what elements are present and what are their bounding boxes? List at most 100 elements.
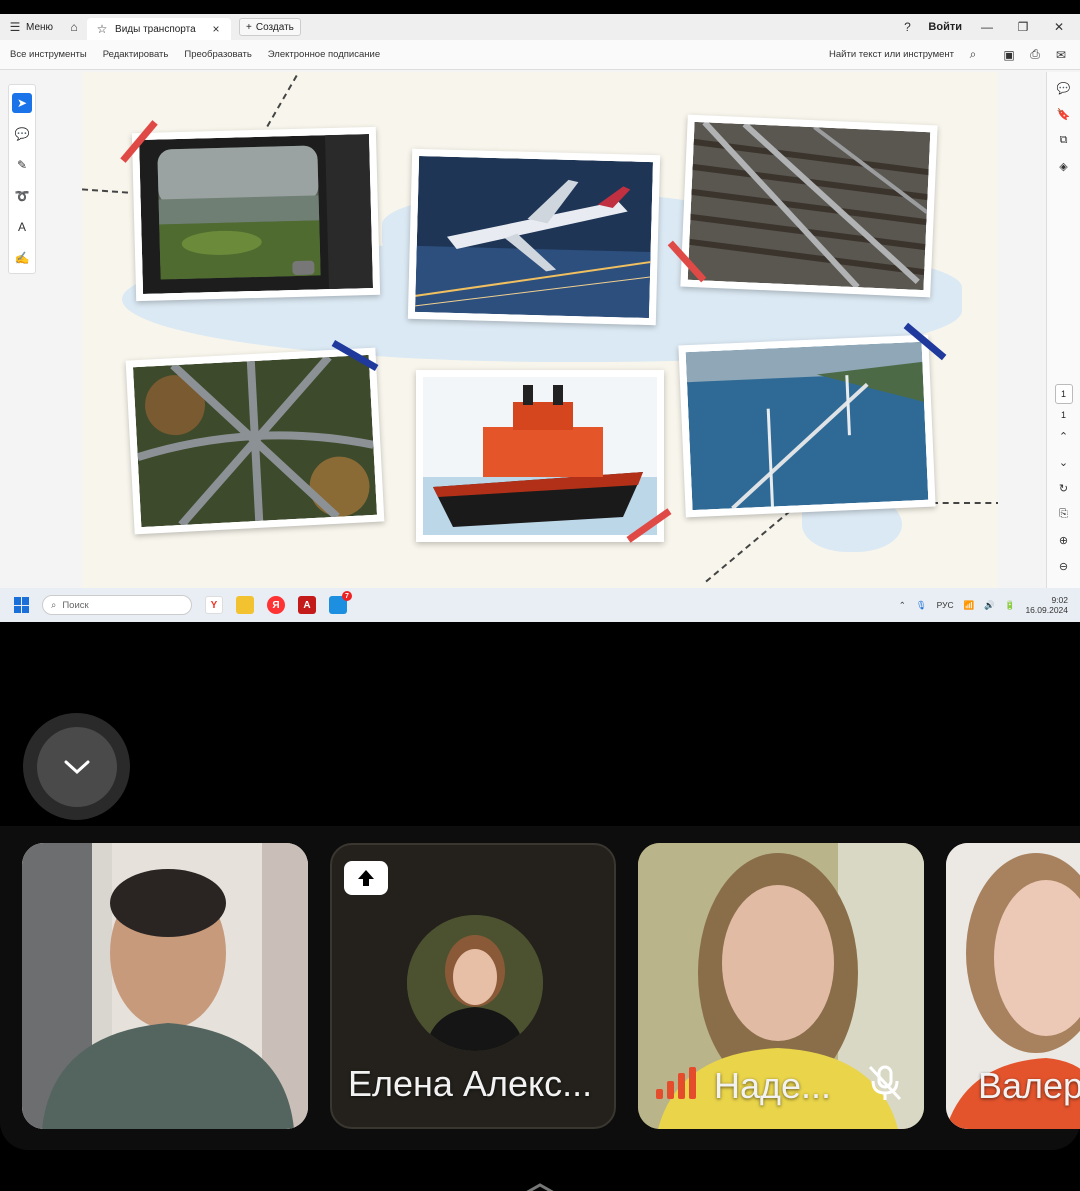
layers-icon[interactable]: ◈ bbox=[1054, 156, 1074, 176]
participant-name: Наде... bbox=[714, 1065, 832, 1106]
login-button[interactable]: Войти bbox=[928, 21, 962, 33]
new-tab-button[interactable]: + Создать bbox=[239, 18, 301, 36]
dashed-route bbox=[82, 188, 129, 194]
file-explorer-icon[interactable] bbox=[236, 596, 254, 614]
participant-tile[interactable]: Наде... bbox=[638, 843, 924, 1129]
help-icon[interactable]: ? bbox=[900, 20, 914, 34]
yandex-browser-icon[interactable]: Y bbox=[205, 596, 223, 614]
upload-badge bbox=[344, 861, 388, 895]
comment-tool-icon[interactable]: 💬 bbox=[12, 124, 32, 144]
signal-strength-icon bbox=[656, 1067, 696, 1099]
photo-airplane bbox=[407, 148, 661, 326]
collapse-button[interactable] bbox=[23, 713, 130, 820]
mail-icon[interactable]: ✉ bbox=[1054, 48, 1068, 62]
dashed-route bbox=[261, 72, 303, 137]
train-window-image bbox=[139, 134, 373, 294]
participant-tile[interactable]: Валер bbox=[946, 843, 1080, 1129]
volume-icon[interactable]: 🔊 bbox=[984, 600, 995, 611]
railway-image bbox=[687, 121, 931, 291]
minimize-icon[interactable]: — bbox=[976, 20, 998, 34]
right-tool-rail: 💬 🔖 ⧉ ◈ 1 1 ⌃ ⌄ ↻ ⎘ ⊕ ⊖ bbox=[1046, 72, 1080, 602]
find-tool-label[interactable]: Найти текст или инструмент bbox=[829, 49, 954, 60]
new-tab-label: Создать bbox=[255, 21, 294, 33]
system-clock[interactable]: 9:02 16.09.2024 bbox=[1025, 595, 1068, 615]
tray-expand-icon[interactable]: ⌃ bbox=[899, 600, 906, 611]
menu-label: Меню bbox=[26, 21, 54, 33]
icebreaker-image bbox=[423, 377, 657, 535]
airplane-image bbox=[414, 155, 654, 319]
windows-start-icon[interactable] bbox=[14, 597, 30, 613]
document-page bbox=[82, 72, 998, 588]
tab-title: Виды транспорта bbox=[115, 23, 196, 35]
participant-tile[interactable]: Елена Алекс... bbox=[330, 843, 616, 1129]
participant-video bbox=[22, 843, 308, 1129]
photo-train-window bbox=[131, 126, 381, 302]
menu-button[interactable]: ☰ Меню bbox=[0, 14, 61, 40]
photo-icebreaker bbox=[416, 370, 664, 542]
shared-screen: ☰ Меню ⌂ ☆ Виды транспорта × + Создать ?… bbox=[0, 14, 1080, 622]
participant-name: Валер bbox=[978, 1065, 1080, 1106]
pdf-reader-icon[interactable]: A bbox=[298, 596, 316, 614]
document-tab[interactable]: ☆ Виды транспорта × bbox=[87, 18, 232, 40]
close-window-icon[interactable]: ✕ bbox=[1048, 20, 1070, 34]
photo-highway bbox=[125, 347, 385, 535]
arrow-up-icon bbox=[358, 870, 374, 886]
toolbar-convert[interactable]: Преобразовать bbox=[176, 49, 259, 60]
microphone-icon[interactable]: 🎙 bbox=[916, 600, 927, 611]
windows-taskbar: ⌕ Поиск Y Я A 7 ⌃ 🎙 РУС 📶 🔊 🔋 9:02 16.09… bbox=[0, 588, 1080, 622]
toolbar-all-tools[interactable]: Все инструменты bbox=[0, 49, 95, 60]
toolbar-edit[interactable]: Редактировать bbox=[95, 49, 177, 60]
zoom-out-icon[interactable]: ⊖ bbox=[1054, 556, 1074, 576]
pen-tool-icon[interactable]: ✎ bbox=[12, 155, 32, 175]
page-number-input[interactable]: 1 bbox=[1054, 384, 1073, 404]
print-icon[interactable]: ⎙ bbox=[1028, 47, 1042, 62]
battery-icon[interactable]: 🔋 bbox=[1005, 600, 1016, 611]
home-icon[interactable]: ⌂ bbox=[67, 20, 81, 34]
participants-strip: Елена Алекс... Наде... Валер bbox=[0, 826, 1080, 1150]
page-total: 1 bbox=[1060, 410, 1066, 420]
hamburger-icon: ☰ bbox=[9, 20, 21, 34]
mic-off-icon bbox=[868, 1065, 902, 1101]
chevron-up-icon[interactable]: ⌃ bbox=[1054, 426, 1074, 446]
left-tool-rail: ➤ 💬 ✎ ➰ A ✍ bbox=[8, 84, 36, 274]
zoom-in-icon[interactable]: ⊕ bbox=[1054, 530, 1074, 550]
photo-bridge bbox=[678, 334, 936, 518]
plus-icon: + bbox=[246, 21, 252, 33]
lasso-tool-icon[interactable]: ➰ bbox=[12, 186, 32, 206]
save-icon[interactable]: ▣ bbox=[1002, 48, 1016, 62]
chevron-down-icon bbox=[64, 760, 89, 774]
avatar-image bbox=[407, 915, 543, 1051]
dashed-route bbox=[932, 502, 998, 504]
taskbar-search-placeholder: Поиск bbox=[62, 599, 89, 611]
bridge-image bbox=[685, 341, 929, 511]
notification-badge: 7 bbox=[342, 591, 352, 601]
main-toolbar: Все инструменты Редактировать Преобразов… bbox=[0, 40, 1080, 70]
language-indicator[interactable]: РУС bbox=[937, 600, 954, 610]
yandex-app-icon[interactable]: Я bbox=[267, 596, 285, 614]
avatar bbox=[407, 915, 543, 1051]
bookmark-icon[interactable]: 🔖 bbox=[1054, 104, 1074, 124]
close-tab-icon[interactable]: × bbox=[209, 22, 223, 36]
participant-tile[interactable] bbox=[22, 843, 308, 1129]
restore-icon[interactable]: ❐ bbox=[1012, 20, 1034, 34]
highway-image bbox=[132, 354, 378, 528]
taskbar-search[interactable]: ⌕ Поиск bbox=[42, 595, 192, 615]
refresh-icon[interactable]: ↻ bbox=[1054, 478, 1074, 498]
pages-icon[interactable]: ⧉ bbox=[1054, 130, 1074, 150]
toolbar-e-sign[interactable]: Электронное подписание bbox=[260, 49, 388, 60]
select-tool-icon[interactable]: ➤ bbox=[12, 93, 32, 113]
bottom-sheet-handle[interactable] bbox=[522, 1182, 558, 1191]
photo-railway bbox=[680, 114, 938, 298]
search-icon[interactable]: ⌕ bbox=[966, 47, 980, 62]
wifi-icon[interactable]: 📶 bbox=[964, 600, 975, 611]
messenger-icon[interactable]: 7 bbox=[329, 591, 352, 614]
search-icon: ⌕ bbox=[51, 599, 57, 611]
comments-icon[interactable]: 💬 bbox=[1054, 78, 1074, 98]
chevron-down-icon[interactable]: ⌄ bbox=[1054, 452, 1074, 472]
participant-name: Елена Алекс... bbox=[348, 1063, 593, 1104]
sign-tool-icon[interactable]: ✍ bbox=[12, 248, 32, 268]
export-icon[interactable]: ⎘ bbox=[1054, 504, 1074, 524]
star-icon[interactable]: ☆ bbox=[95, 22, 109, 36]
text-tool-icon[interactable]: A bbox=[12, 217, 32, 237]
clock-date: 16.09.2024 bbox=[1025, 605, 1068, 615]
